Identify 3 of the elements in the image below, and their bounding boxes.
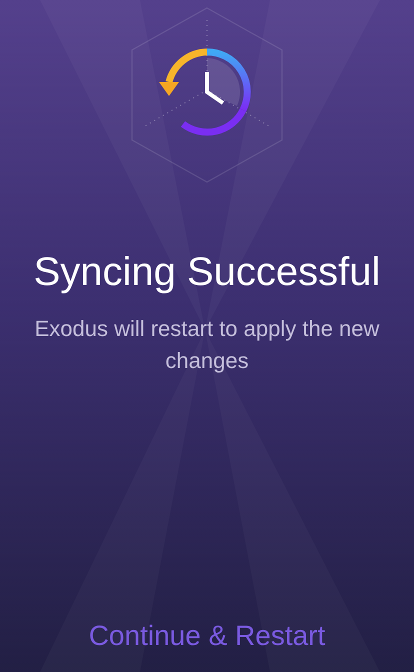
dialog-message: Exodus will restart to apply the new changes (34, 315, 380, 375)
continue-restart-button[interactable]: Continue & Restart (78, 616, 336, 656)
dialog-title: Syncing Successful (34, 250, 380, 295)
